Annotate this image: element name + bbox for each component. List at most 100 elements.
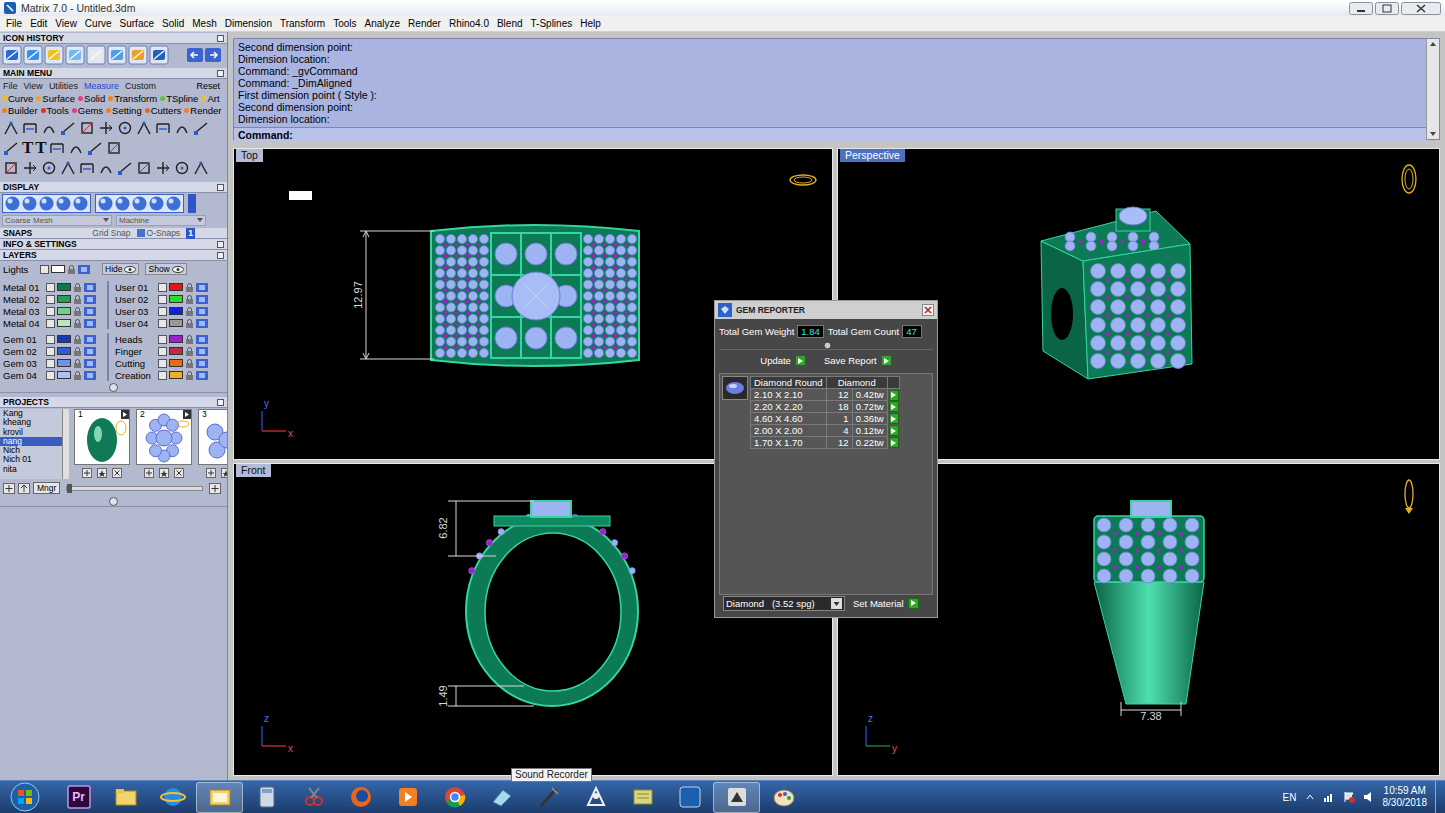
history-icon[interactable] [44,45,64,65]
category-item[interactable]: Render [184,105,221,116]
history-icon[interactable] [65,45,85,65]
layer-color[interactable] [57,307,71,315]
close-icon[interactable] [1401,2,1441,15]
menu-item[interactable]: Curve [81,18,116,29]
go-button[interactable] [889,401,899,412]
layer-color[interactable] [57,371,71,379]
menu-item[interactable]: View [51,18,81,29]
tool-icon[interactable] [2,119,20,137]
forward-arrow-icon[interactable] [205,48,221,62]
layer-row[interactable]: Metal 04 [0,317,107,329]
menu-item[interactable]: Rhino4.0 [445,18,493,29]
text-tool[interactable]: T [21,139,34,157]
network-icon[interactable] [1323,791,1335,803]
menu-item[interactable]: Render [404,18,445,29]
shading-icon[interactable] [72,195,89,212]
project-item[interactable]: nang [0,437,62,446]
display-toggle[interactable] [188,194,196,213]
collapse-icon[interactable] [217,70,224,77]
reset-button[interactable]: Reset [193,81,223,91]
menu-item[interactable]: File [2,18,26,29]
collapse-icon[interactable] [217,184,224,191]
show-button[interactable]: Show [145,263,186,275]
command-prompt[interactable]: Command: [234,127,1426,141]
layer-row[interactable]: Metal 03 [0,305,107,317]
gem-row-action[interactable] [887,437,899,449]
tool-icon[interactable] [67,139,85,157]
taskbar-app[interactable] [572,782,619,813]
project-thumb[interactable]: 3 [198,409,228,479]
category-item[interactable]: Solid [78,93,105,104]
star-icon[interactable] [221,468,228,478]
category-item[interactable]: Builder [2,105,38,116]
layer-color[interactable] [57,319,71,327]
language-indicator[interactable]: EN [1283,792,1297,803]
gem-row[interactable]: 4.60 X 4.6010.36tw [751,413,900,425]
layer-row[interactable]: Metal 01 [0,281,107,293]
layer-row[interactable]: User 04 [112,317,224,329]
hide-button[interactable]: Hide [102,263,139,275]
gem-row[interactable]: 2.20 X 2.20180.72tw [751,401,900,413]
gem-row-action[interactable] [887,401,899,413]
taskbar-app[interactable] [102,782,149,813]
material-dropdown[interactable]: Machine [116,215,206,226]
slider-knob[interactable] [67,484,72,493]
layer-row[interactable]: Cutting [112,357,224,369]
category-item[interactable]: Setting [106,105,142,116]
menu-tab[interactable]: Measure [81,81,122,91]
material-select[interactable]: Diamond (3.52 spg) [723,596,845,611]
back-arrow-icon[interactable] [187,48,203,62]
project-thumb[interactable]: 1 [74,409,130,479]
layer-row[interactable]: Creation [112,369,224,381]
mesh-dropdown[interactable]: Coarse Mesh [2,215,112,226]
tool-icon[interactable] [135,119,153,137]
star-icon[interactable] [97,468,107,478]
tool-icon[interactable] [173,119,191,137]
taskbar-app[interactable] [478,782,525,813]
menu-item[interactable]: Transform [276,18,329,29]
go-button[interactable] [889,425,899,436]
layer-row[interactable]: Finger [112,345,224,357]
shading-icon[interactable] [21,195,38,212]
layer-color[interactable] [169,283,183,291]
layer-row[interactable]: User 02 [112,293,224,305]
project-scrollbar[interactable] [62,409,69,479]
tool-icon[interactable] [154,119,172,137]
up-icon[interactable] [18,483,30,494]
taskbar-app[interactable] [666,782,713,813]
viewport-label[interactable]: Top [236,149,263,162]
layer-row[interactable]: User 03 [112,305,224,317]
taskbar-app[interactable] [196,782,243,813]
taskbar-app[interactable] [760,782,807,813]
menu-item[interactable]: Mesh [188,18,220,29]
tool-icon[interactable] [86,139,104,157]
layer-color[interactable] [169,359,183,367]
history-icon[interactable] [23,45,43,65]
taskbar-app[interactable] [290,782,337,813]
layer-color[interactable] [57,283,71,291]
project-item[interactable]: nita [0,465,62,474]
menu-tab[interactable]: File [0,81,21,91]
shading-icon[interactable] [97,195,114,212]
gem-reporter-window[interactable]: GEM REPORTERTotal Gem Weight1.84Total Ge… [714,300,938,618]
tool-icon[interactable] [97,159,115,177]
tool-icon[interactable] [59,119,77,137]
project-item[interactable]: krovil [0,428,62,437]
taskbar-app[interactable] [713,782,760,813]
delete-icon[interactable] [112,468,122,478]
gem-row-action[interactable] [887,425,899,437]
category-item[interactable]: Curve [2,93,33,104]
maximize-icon[interactable] [1375,2,1399,15]
taskbar-app[interactable] [619,782,666,813]
tool-icon[interactable] [192,159,210,177]
gem-splitter[interactable] [719,340,933,350]
layer-color[interactable] [169,371,183,379]
layer-row[interactable]: Gem 03 [0,357,107,369]
layer-color[interactable] [57,347,71,355]
tool-icon[interactable] [173,159,191,177]
start-orb-icon[interactable] [10,782,40,812]
category-item[interactable]: Tools [41,105,69,116]
layer-color[interactable] [57,295,71,303]
add-icon[interactable] [82,468,92,478]
taskbar-app[interactable] [525,782,572,813]
